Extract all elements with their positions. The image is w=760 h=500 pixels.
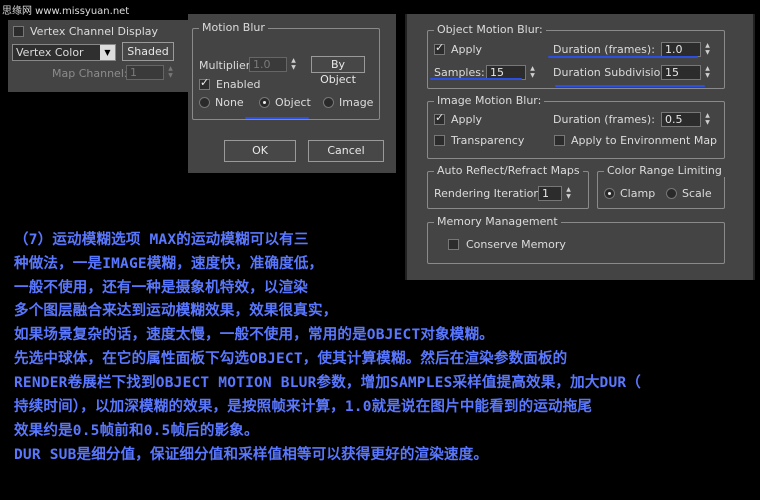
image-blur-duration-input[interactable]: 0.5: [661, 112, 701, 127]
object-blur-duration-arrows[interactable]: ▲ ▼: [703, 42, 712, 57]
motion-blur-dialog: Motion Blur Multiplier: 1.0 ▲ ▼ By Object…: [188, 14, 396, 173]
radio-none[interactable]: [199, 97, 210, 108]
multiplier-spinner-arrows[interactable]: ▲ ▼: [289, 57, 298, 72]
object-blur-apply-checkbox[interactable]: [434, 41, 445, 55]
object-properties-panel: Vertex Channel Display Vertex Color ▼ Sh…: [8, 20, 188, 92]
watermark: 思缘网 www.missyuan.net: [2, 6, 130, 17]
object-blur-apply-label: Apply: [451, 43, 483, 56]
enabled-label: Enabled: [216, 78, 261, 91]
image-blur-apply-checkbox[interactable]: [434, 111, 445, 125]
scale-radio[interactable]: [666, 188, 677, 199]
article-line-1: （7）运动模糊选项 MAX的运动模糊可以有三: [14, 232, 309, 248]
memory-management-group: Memory Management Conserve Memory: [427, 215, 725, 264]
transparency-checkbox[interactable]: [434, 135, 445, 146]
radio-image[interactable]: [323, 97, 334, 108]
radio-object[interactable]: [259, 97, 270, 108]
annotation-underline-duration: [548, 56, 698, 58]
ok-button[interactable]: OK: [224, 140, 296, 162]
radio-object-label: Object: [275, 96, 311, 109]
article-line-2: 种做法，一是IMAGE模糊，速度快，准确度低，: [14, 256, 324, 272]
chevron-down-icon: ▼: [100, 45, 115, 60]
object-blur-duration-input[interactable]: 1.0: [661, 42, 701, 57]
apply-environment-checkbox[interactable]: [554, 135, 565, 146]
article-line-4: 多个图层融合来达到运动模糊效果，效果很真实，: [14, 303, 338, 319]
article-line-8: 持续时间），以加深模糊的效果，是按照帧来计算，1.0就是说在图片中能看到的运动拖…: [14, 399, 593, 415]
radio-none-label: None: [215, 96, 244, 109]
object-motion-blur-title: Object Motion Blur:: [434, 23, 546, 36]
object-motion-blur-group: Object Motion Blur: Apply Duration (fram…: [427, 23, 725, 89]
image-blur-duration-label: Duration (frames):: [553, 113, 655, 126]
duration-subdivisions-label: Duration Subdivisions:: [553, 66, 677, 79]
duration-subdivisions-arrows[interactable]: ▲ ▼: [703, 65, 712, 80]
color-range-group: Color Range Limiting Clamp Scale: [597, 164, 725, 209]
enabled-checkbox[interactable]: [199, 76, 210, 90]
motion-blur-group: Motion Blur Multiplier: 1.0 ▲ ▼ By Object…: [192, 21, 380, 120]
article-line-7: RENDER卷展栏下找到OBJECT MOTION BLUR参数，增加SAMPL…: [14, 375, 642, 391]
annotation-underline-samples: [430, 78, 522, 80]
vertex-channel-display-label: Vertex Channel Display: [30, 25, 159, 38]
transparency-label: Transparency: [451, 134, 525, 147]
clamp-label: Clamp: [620, 187, 656, 200]
article-line-5: 如果场景复杂的话，速度太慢，一般不使用，常用的是OBJECT对象模糊。: [14, 327, 494, 343]
render-parameters-panel: Object Motion Blur: Apply Duration (fram…: [405, 14, 755, 280]
shaded-button[interactable]: Shaded: [122, 42, 174, 61]
article-line-9: 效果约是0.5帧前和0.5帧后的影象。: [14, 423, 259, 439]
multiplier-input[interactable]: 1.0: [249, 57, 287, 72]
image-motion-blur-group: Image Motion Blur: Apply Duration (frame…: [427, 94, 725, 159]
rendering-iterations-arrows[interactable]: ▲ ▼: [564, 186, 573, 201]
clamp-radio[interactable]: [604, 188, 615, 199]
auto-reflect-group: Auto Reflect/Refract Maps Rendering Iter…: [427, 164, 589, 209]
article-line-10: DUR SUB是细分值，保证细分值和采样值相等可以获得更好的渲染速度。: [14, 447, 489, 463]
image-blur-duration-arrows[interactable]: ▲ ▼: [703, 112, 712, 127]
map-channel-input[interactable]: 1: [126, 65, 164, 80]
image-blur-apply-label: Apply: [451, 113, 483, 126]
vertex-channel-display-checkbox[interactable]: [13, 26, 24, 37]
map-channel-label: Map Channel:: [52, 67, 128, 80]
color-range-title: Color Range Limiting: [604, 164, 725, 177]
apply-environment-label: Apply to Environment Map: [571, 134, 718, 147]
rendering-iterations-input[interactable]: 1: [538, 186, 562, 201]
scale-label: Scale: [682, 187, 712, 200]
auto-reflect-title: Auto Reflect/Refract Maps: [434, 164, 583, 177]
map-channel-spinner-arrows[interactable]: ▲ ▼: [166, 65, 175, 80]
annotation-underline-object: [245, 117, 309, 119]
rendering-iterations-label: Rendering Iterations:: [434, 187, 550, 200]
cancel-button[interactable]: Cancel: [308, 140, 384, 162]
vertex-color-dropdown[interactable]: Vertex Color ▼: [12, 44, 116, 61]
duration-subdivisions-input[interactable]: 15: [661, 65, 701, 80]
object-blur-duration-label: Duration (frames):: [553, 43, 655, 56]
image-motion-blur-title: Image Motion Blur:: [434, 94, 545, 107]
radio-image-label: Image: [339, 96, 374, 109]
multiplier-label: Multiplier:: [199, 59, 254, 72]
article-line-6: 先选中球体，在它的属性面板下勾选OBJECT，使其计算模糊。然后在渲染参数面板的: [14, 351, 568, 367]
article-line-3: 一般不使用，还有一种是摄象机特效，以渲染: [14, 280, 308, 296]
conserve-memory-label: Conserve Memory: [466, 238, 566, 251]
by-object-button[interactable]: By Object: [311, 56, 365, 86]
vertex-color-dropdown-value: Vertex Color: [16, 46, 84, 59]
motion-blur-group-title: Motion Blur: [199, 21, 268, 34]
memory-management-title: Memory Management: [434, 215, 561, 228]
conserve-memory-checkbox[interactable]: [448, 239, 459, 250]
annotation-underline-subdivisions: [555, 85, 705, 87]
samples-spinner-arrows[interactable]: ▲ ▼: [528, 65, 537, 80]
